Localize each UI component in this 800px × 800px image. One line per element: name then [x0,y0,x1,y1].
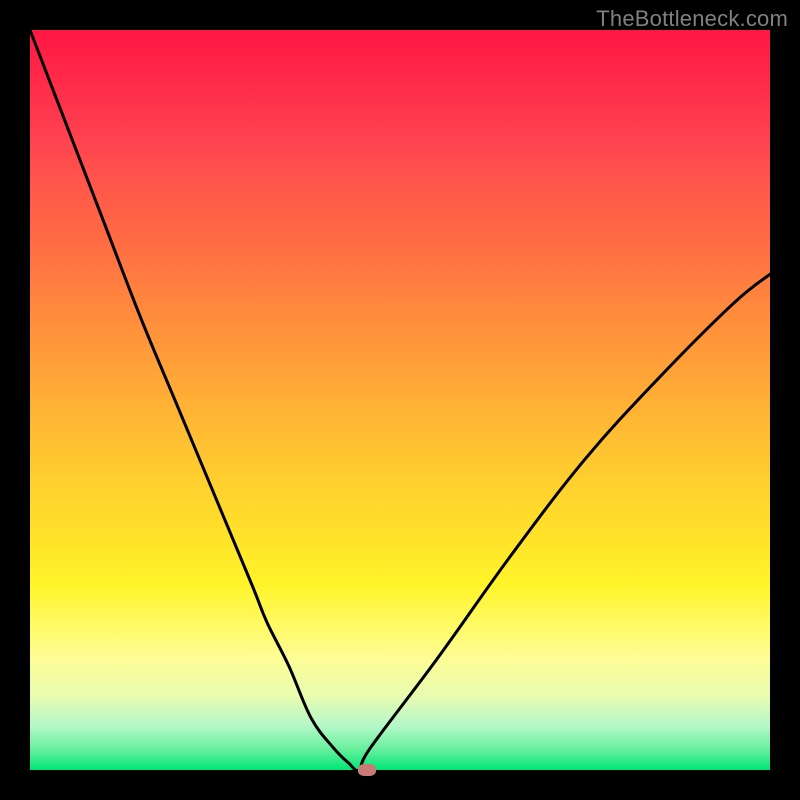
bottleneck-curve [30,30,770,770]
optimal-point-marker [358,764,376,776]
watermark-text: TheBottleneck.com [596,6,788,32]
plot-area [30,30,770,770]
curve-layer [30,30,770,770]
chart-container: TheBottleneck.com [0,0,800,800]
